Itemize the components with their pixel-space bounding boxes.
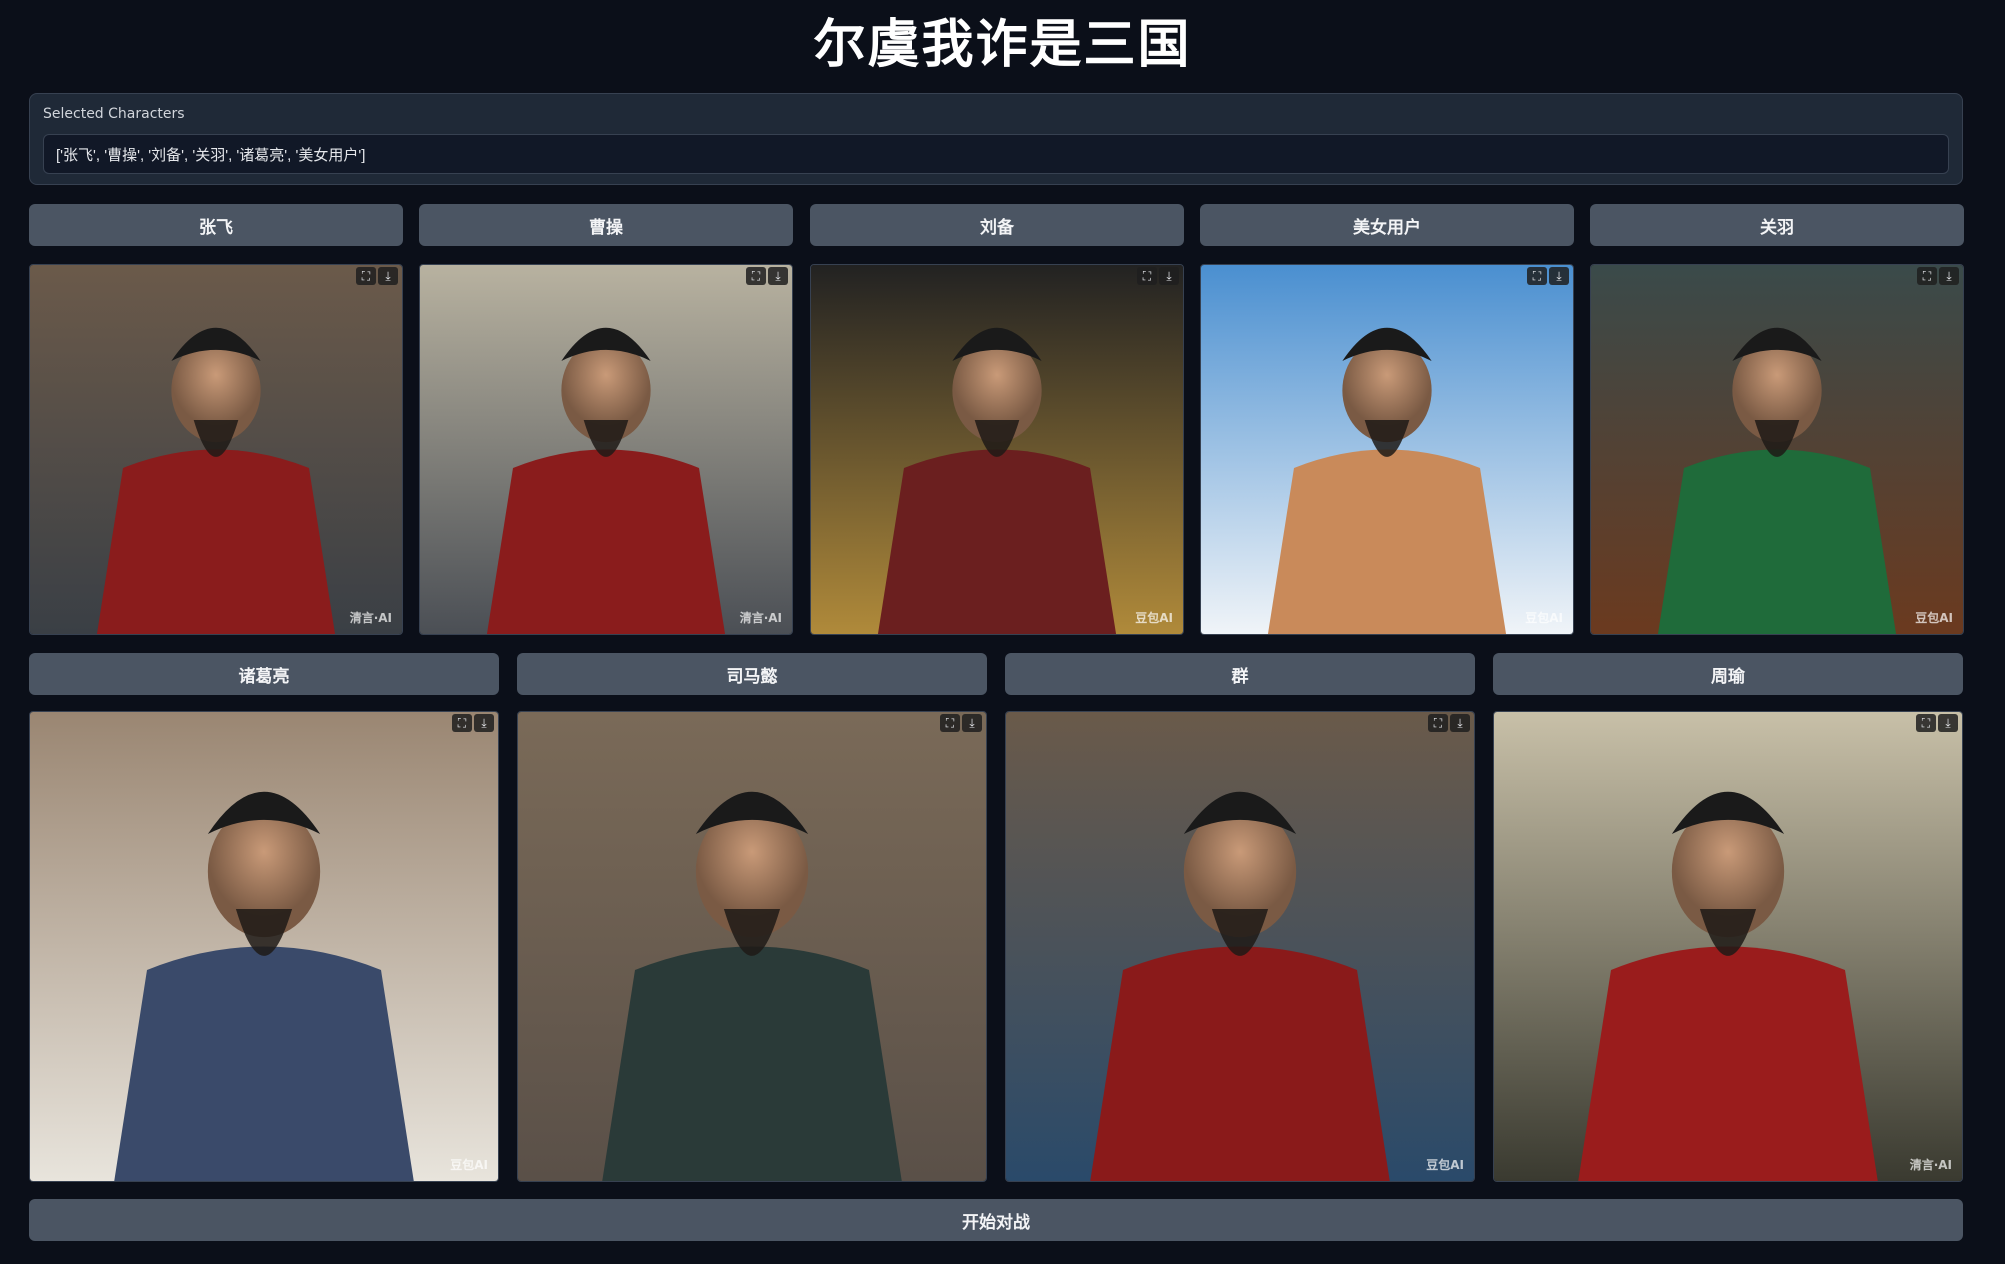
fullscreen-icon[interactable]: ⛶	[452, 714, 472, 732]
fullscreen-icon[interactable]: ⛶	[940, 714, 960, 732]
character-button-row2-2[interactable]: 群	[1005, 653, 1475, 695]
image-toolbar: ⛶ ⤓	[1916, 714, 1958, 732]
character-portrait-row1-0: ⛶ ⤓ 清言·AI	[29, 264, 403, 635]
character-button-row1-3[interactable]: 美女用户	[1200, 204, 1574, 246]
character-button-row2-3[interactable]: 周瑜	[1493, 653, 1963, 695]
fullscreen-icon[interactable]: ⛶	[1916, 714, 1936, 732]
character-portrait-row1-3: ⛶ ⤓ 豆包AI	[1200, 264, 1574, 635]
character-button-row1-0[interactable]: 张飞	[29, 204, 403, 246]
start-battle-button[interactable]: 开始对战	[29, 1199, 1963, 1241]
download-icon[interactable]: ⤓	[1938, 714, 1958, 732]
download-icon[interactable]: ⤓	[768, 267, 788, 285]
image-watermark: 清言·AI	[1909, 1158, 1952, 1172]
image-watermark: 清言·AI	[739, 611, 782, 625]
character-button-row2-0[interactable]: 诸葛亮	[29, 653, 499, 695]
image-toolbar: ⛶ ⤓	[356, 267, 398, 285]
character-portrait-row1-1: ⛶ ⤓ 清言·AI	[419, 264, 793, 635]
fullscreen-icon[interactable]: ⛶	[1428, 714, 1448, 732]
character-portrait-row2-0: ⛶ ⤓ 豆包AI	[29, 711, 499, 1182]
download-icon[interactable]: ⤓	[1450, 714, 1470, 732]
download-icon[interactable]: ⤓	[378, 267, 398, 285]
character-portrait-row2-3: ⛶ ⤓ 清言·AI	[1493, 711, 1963, 1182]
download-icon[interactable]: ⤓	[474, 714, 494, 732]
image-toolbar: ⛶ ⤓	[452, 714, 494, 732]
fullscreen-icon[interactable]: ⛶	[356, 267, 376, 285]
selected-characters-label: Selected Characters	[43, 106, 185, 122]
download-icon[interactable]: ⤓	[1159, 267, 1179, 285]
character-portrait-row2-2: ⛶ ⤓ 豆包AI	[1005, 711, 1475, 1182]
image-toolbar: ⛶ ⤓	[746, 267, 788, 285]
character-portrait-row2-1: ⛶ ⤓	[517, 711, 987, 1182]
fullscreen-icon[interactable]: ⛶	[1917, 267, 1937, 285]
fullscreen-icon[interactable]: ⛶	[1137, 267, 1157, 285]
app-page: 尔虞我诈是三国 Selected Characters 张飞 ⛶⤓清言·AI曹操	[0, 0, 2005, 1264]
character-button-row1-4[interactable]: 关羽	[1590, 204, 1964, 246]
image-toolbar: ⛶ ⤓	[1917, 267, 1959, 285]
character-button-row1-1[interactable]: 曹操	[419, 204, 793, 246]
download-icon[interactable]: ⤓	[962, 714, 982, 732]
selected-characters-panel: Selected Characters	[29, 93, 1963, 185]
download-icon[interactable]: ⤓	[1549, 267, 1569, 285]
image-watermark: 豆包AI	[450, 1158, 488, 1172]
page-title: 尔虞我诈是三国	[813, 15, 1192, 75]
character-portrait-row1-2: ⛶ ⤓ 豆包AI	[810, 264, 1184, 635]
image-watermark: 豆包AI	[1135, 611, 1173, 625]
image-watermark: 豆包AI	[1915, 611, 1953, 625]
character-portrait-row1-4: ⛶ ⤓ 豆包AI	[1590, 264, 1964, 635]
image-toolbar: ⛶ ⤓	[1137, 267, 1179, 285]
character-button-row2-1[interactable]: 司马懿	[517, 653, 987, 695]
image-watermark: 豆包AI	[1426, 1158, 1464, 1172]
image-toolbar: ⛶ ⤓	[1527, 267, 1569, 285]
character-button-row1-2[interactable]: 刘备	[810, 204, 1184, 246]
image-watermark: 豆包AI	[1525, 611, 1563, 625]
fullscreen-icon[interactable]: ⛶	[1527, 267, 1547, 285]
fullscreen-icon[interactable]: ⛶	[746, 267, 766, 285]
download-icon[interactable]: ⤓	[1939, 267, 1959, 285]
image-toolbar: ⛶ ⤓	[1428, 714, 1470, 732]
image-toolbar: ⛶ ⤓	[940, 714, 982, 732]
image-watermark: 清言·AI	[349, 611, 392, 625]
selected-characters-field[interactable]	[43, 134, 1949, 174]
